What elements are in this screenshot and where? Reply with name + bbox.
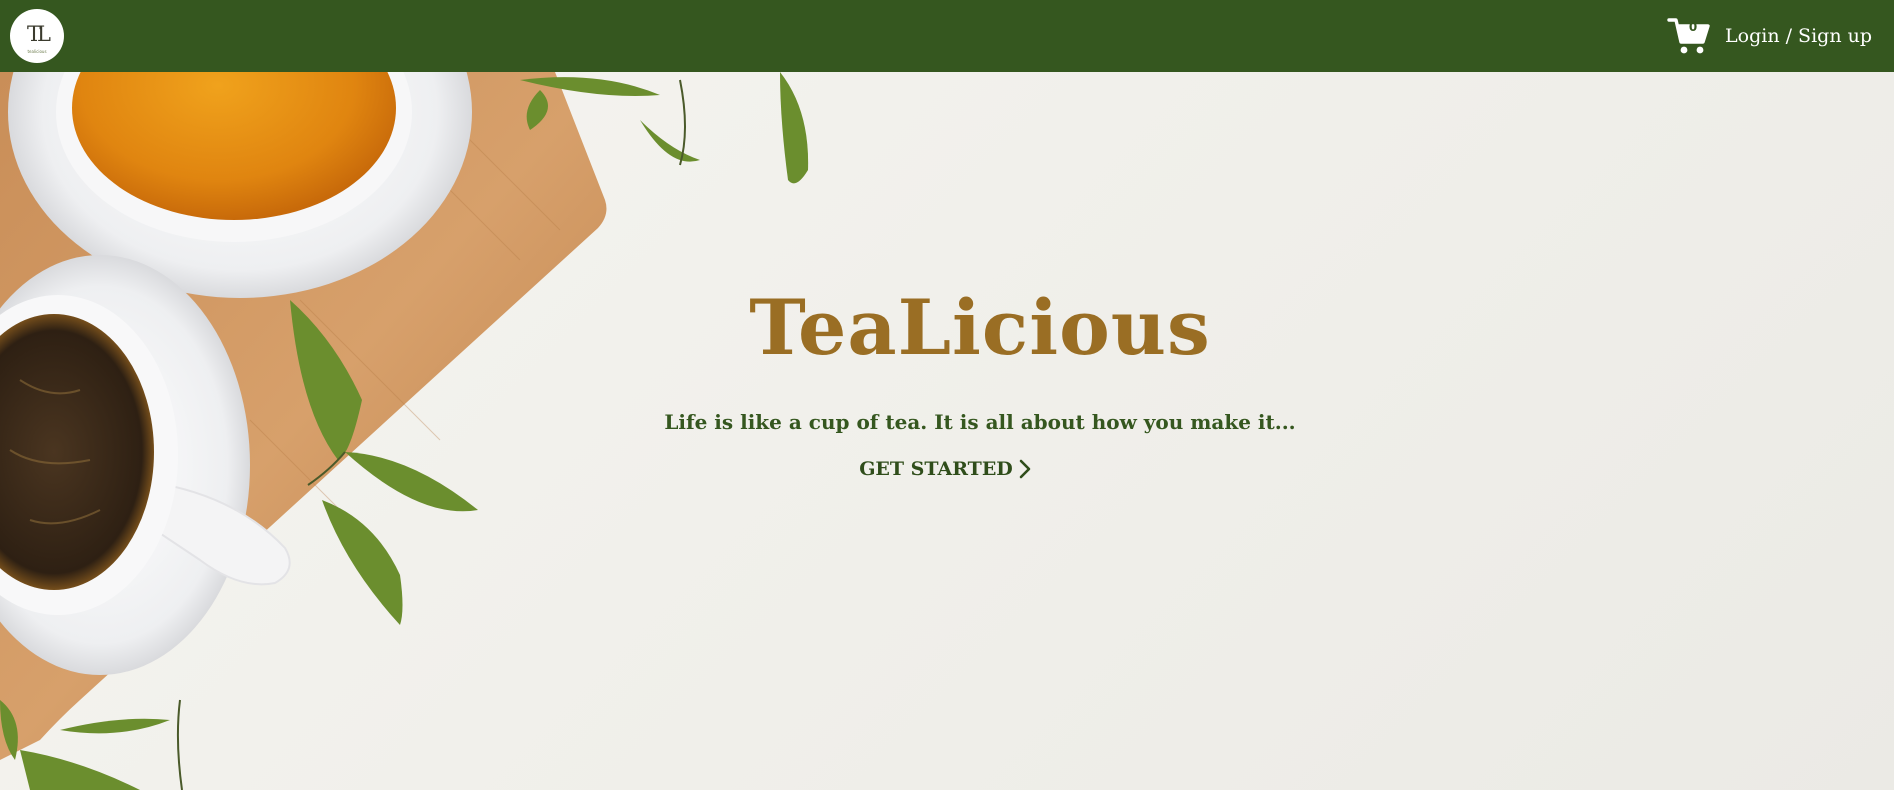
- get-started-label: GET STARTED: [859, 458, 1013, 480]
- navbar: TL tealicious 0 Login / Sign up: [0, 0, 1894, 72]
- logo-subtext: tealicious: [27, 49, 47, 54]
- page: TL tealicious 0 Login / Sign up TeaLicio…: [0, 0, 1894, 790]
- login-signup-link[interactable]: Login / Sign up: [1725, 25, 1872, 47]
- chevron-right-icon: [1019, 459, 1031, 479]
- cart-count-badge: 0: [1688, 20, 1698, 34]
- hero-tagline: Life is like a cup of tea. It is all abo…: [664, 410, 1296, 434]
- logo-text: TL: [27, 22, 51, 46]
- nav-right: 0 Login / Sign up: [1667, 0, 1872, 72]
- hero-content: TeaLicious Life is like a cup of tea. It…: [660, 283, 1300, 481]
- cart-button[interactable]: 0: [1667, 16, 1711, 56]
- logo[interactable]: TL tealicious: [10, 9, 64, 63]
- hero-title: TeaLicious: [749, 283, 1211, 372]
- get-started-button[interactable]: GET STARTED: [859, 458, 1031, 480]
